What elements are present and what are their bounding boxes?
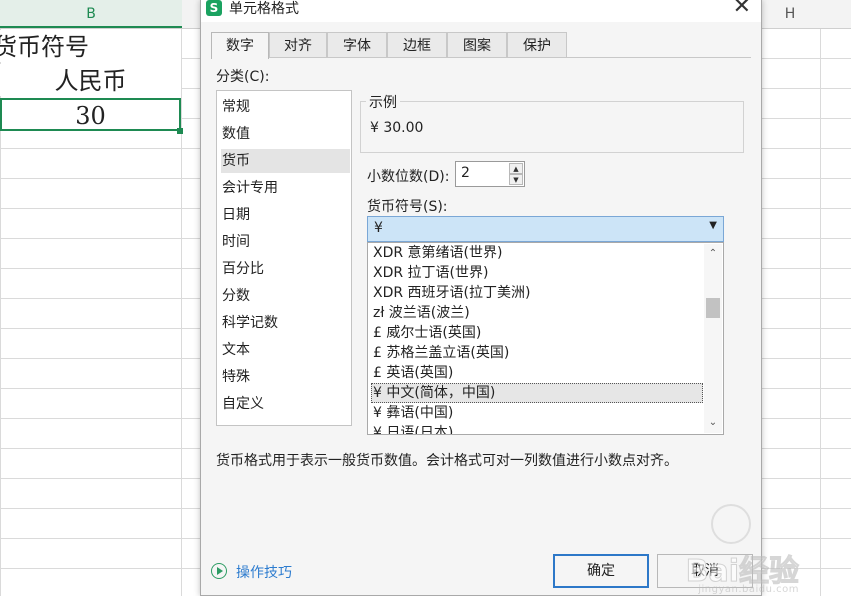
sample-value: ¥ 30.00 <box>370 120 424 136</box>
tab-pattern[interactable]: 图案 <box>447 32 507 58</box>
decimal-places-label: 小数位数(D): <box>367 169 450 185</box>
column-divider <box>820 0 821 596</box>
dialog-title: 单元格格式 <box>229 1 299 17</box>
cell-b2[interactable]: 人民币 <box>0 64 181 96</box>
currency-symbol-select[interactable]: ¥ ▼ <box>367 216 724 242</box>
dialog-titlebar[interactable]: S 单元格格式 ✕ <box>201 0 761 22</box>
fill-handle[interactable] <box>177 128 183 134</box>
currency-option[interactable]: XDR 西班牙语(拉丁美洲) <box>371 283 703 303</box>
paw-logo-icon <box>711 504 751 544</box>
category-item-number[interactable]: 数值 <box>221 122 350 146</box>
scroll-thumb[interactable] <box>706 298 720 318</box>
currency-symbol-value: ¥ <box>374 220 383 236</box>
category-item-fraction[interactable]: 分数 <box>221 284 350 308</box>
tab-border[interactable]: 边框 <box>387 32 447 58</box>
watermark-sub: jingyan.baidu.com <box>698 584 799 595</box>
sample-label: 示例 <box>366 92 400 112</box>
tab-protection[interactable]: 保护 <box>507 32 567 58</box>
tab-font[interactable]: 字体 <box>327 32 387 58</box>
category-item-accounting[interactable]: 会计专用 <box>221 176 350 200</box>
close-icon[interactable]: ✕ <box>733 0 751 19</box>
currency-option[interactable]: zł 波兰语(波兰) <box>371 303 703 323</box>
dropdown-scrollbar[interactable]: ⌃ ⌄ <box>704 244 722 433</box>
wps-logo-icon: S <box>206 0 222 16</box>
format-description: 货币格式用于表示一般货币数值。会计格式可对一列数值进行小数点对齐。 <box>216 453 678 469</box>
decimal-places-value[interactable]: 2 <box>461 165 470 181</box>
category-item-text[interactable]: 文本 <box>221 338 350 362</box>
tab-number[interactable]: 数字 <box>211 32 269 59</box>
currency-option[interactable]: £ 英语(英国) <box>371 363 703 383</box>
cell-b1[interactable]: 货币符号 <box>0 30 181 62</box>
chevron-down-icon[interactable]: ▼ <box>709 220 717 231</box>
ok-button[interactable]: 确定 <box>553 554 649 588</box>
column-divider <box>181 0 182 596</box>
currency-option[interactable]: XDR 拉丁语(世界) <box>371 263 703 283</box>
currency-dropdown-list[interactable]: XDR 意第绪语(世界) XDR 拉丁语(世界) XDR 西班牙语(拉丁美洲) … <box>367 242 724 435</box>
cell-b3-selected[interactable]: 30 <box>0 98 181 131</box>
category-item-general[interactable]: 常规 <box>221 95 350 119</box>
category-item-currency[interactable]: 货币 <box>221 149 350 173</box>
stepper-buttons: ▲ ▼ <box>509 163 523 185</box>
currency-option[interactable]: XDR 意第绪语(世界) <box>371 243 703 263</box>
currency-option-selected[interactable]: ¥ 中文(简体，中国) <box>371 383 703 403</box>
tab-alignment[interactable]: 对齐 <box>269 32 327 58</box>
scroll-up-icon[interactable]: ⌃ <box>704 246 722 262</box>
play-circle-icon <box>211 563 227 579</box>
currency-option[interactable]: £ 威尔士语(英国) <box>371 323 703 343</box>
category-item-scientific[interactable]: 科学记数 <box>221 311 350 335</box>
category-list[interactable]: 常规 数值 货币 会计专用 日期 时间 百分比 分数 科学记数 文本 特殊 自定… <box>216 90 352 426</box>
currency-option[interactable]: £ 苏格兰盖立语(英国) <box>371 343 703 363</box>
baidu-jingyan-watermark: Bai经验 jingyan.baidu.com <box>649 504 800 595</box>
decimal-places-stepper[interactable]: 2 ▲ ▼ <box>455 161 525 187</box>
column-header-b[interactable]: B <box>0 0 182 28</box>
currency-option[interactable]: ¥ 日语(日本) <box>371 423 703 434</box>
stepper-down-icon[interactable]: ▼ <box>509 174 523 185</box>
currency-option[interactable]: ¥ 彝语(中国) <box>371 403 703 423</box>
category-item-time[interactable]: 时间 <box>221 230 350 254</box>
column-header-h[interactable]: H <box>760 0 820 28</box>
scroll-down-icon[interactable]: ⌄ <box>704 415 722 431</box>
tips-label[interactable]: 操作技巧 <box>236 562 292 582</box>
stepper-up-icon[interactable]: ▲ <box>509 163 523 174</box>
tab-panel-border <box>211 57 751 58</box>
category-label: 分类(C): <box>216 69 270 85</box>
category-item-date[interactable]: 日期 <box>221 203 350 227</box>
category-item-custom[interactable]: 自定义 <box>221 392 350 416</box>
category-item-special[interactable]: 特殊 <box>221 365 350 389</box>
currency-symbol-label: 货币符号(S): <box>367 199 448 215</box>
category-item-percentage[interactable]: 百分比 <box>221 257 350 281</box>
